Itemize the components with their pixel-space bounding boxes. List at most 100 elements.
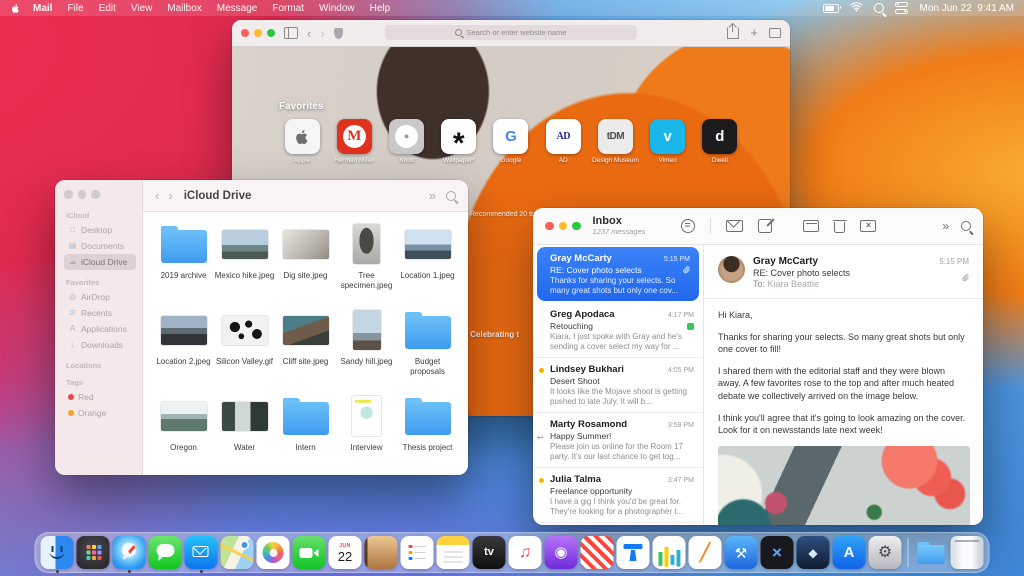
filter-icon[interactable] — [681, 219, 695, 233]
archive-icon[interactable] — [803, 220, 819, 232]
favorite-wallpaper[interactable]: *Wallpaper* — [434, 119, 484, 164]
dock-app-news[interactable] — [581, 536, 614, 569]
menu-format[interactable]: Format — [272, 3, 304, 14]
share-icon[interactable] — [727, 27, 739, 39]
menu-edit[interactable]: Edit — [99, 3, 116, 14]
junk-icon[interactable] — [860, 220, 876, 232]
message-row-julia-talma[interactable]: Julia Talma3:47 PMFreelance opportunityI… — [533, 468, 703, 523]
menu-help[interactable]: Help — [370, 3, 391, 14]
file-sandy-hill-jpeg[interactable]: Sandy hill.jpeg — [336, 306, 397, 392]
sidebar-item-applications[interactable]: AApplications — [64, 321, 136, 337]
more-toolbar-items-icon[interactable] — [429, 188, 436, 203]
favorite-dwell[interactable]: dDwell — [695, 119, 745, 164]
menu-mail[interactable]: Mail — [33, 3, 52, 14]
dock-app-mail[interactable] — [185, 536, 218, 569]
favorite-design-museum[interactable]: tDMDesign Museum — [590, 119, 640, 164]
dock-app-pages[interactable]: ╱ — [689, 536, 722, 569]
message-row-gray-mccarty[interactable]: Gray McCarty5:15 PMRE: Cover photo selec… — [537, 247, 699, 301]
dock-app-calendar[interactable]: JUN22 — [329, 536, 362, 569]
tabs-overview-icon[interactable] — [769, 28, 781, 38]
dock-app-contacts[interactable] — [365, 536, 398, 569]
dock-app-photos[interactable] — [257, 536, 290, 569]
get-mail-icon[interactable] — [726, 220, 743, 233]
file-2019-archive[interactable]: 2019 archive — [153, 220, 214, 306]
sidebar-item-recents[interactable]: ⊙Recents — [64, 305, 136, 321]
dock-app-safari[interactable] — [113, 536, 146, 569]
sidebar-item-red[interactable]: Red — [64, 389, 136, 405]
address-bar[interactable]: Search or enter website name — [385, 25, 637, 40]
sidebar-item-airdrop[interactable]: ◎AirDrop — [64, 289, 136, 305]
menu-mailbox[interactable]: Mailbox — [167, 3, 201, 14]
favorite-apple[interactable]: Apple — [277, 119, 327, 164]
file-tree-specimen-jpeg[interactable]: Tree specimen.jpeg — [336, 220, 397, 306]
more-toolbar-items-icon[interactable] — [942, 219, 949, 233]
dock-app-finder[interactable] — [41, 536, 74, 569]
dock-app-pro-app-blue[interactable]: ◆ — [797, 536, 830, 569]
forward-icon[interactable] — [168, 188, 172, 203]
back-icon[interactable] — [307, 27, 311, 40]
dock-app-music[interactable]: ♫ — [509, 536, 542, 569]
file-mexico-hike-jpeg[interactable]: Mexico hike.jpeg — [214, 220, 275, 306]
dock-app-app-store[interactable]: A — [833, 536, 866, 569]
apple-menu-icon[interactable] — [10, 3, 21, 14]
favorite-herman-miller[interactable]: MHerman Miller — [329, 119, 379, 164]
favorite-vimeo[interactable]: vVimeo — [643, 119, 693, 164]
dock-app-trash[interactable] — [951, 536, 984, 569]
file-location-1-jpeg[interactable]: Location 1.jpeg — [397, 220, 458, 306]
privacy-shield-icon[interactable] — [334, 28, 343, 39]
forward-icon[interactable] — [320, 27, 324, 40]
dock-app-maps[interactable] — [221, 536, 254, 569]
sidebar-item-downloads[interactable]: ↓Downloads — [64, 337, 136, 353]
dock-app-downloads[interactable] — [915, 536, 948, 569]
file-interview[interactable]: Interview — [336, 392, 397, 475]
safari-window-controls[interactable] — [241, 29, 275, 37]
message-row-marty-rosamond[interactable]: Marty Rosamond3:59 PMHappy Summer!Please… — [533, 413, 703, 468]
file-budget-proposals[interactable]: Budget proposals — [397, 306, 458, 392]
dock-app-settings[interactable]: ⚙ — [869, 536, 902, 569]
sidebar-item-documents[interactable]: ▤Documents — [64, 238, 136, 254]
dock-app-reminders[interactable] — [401, 536, 434, 569]
back-icon[interactable] — [155, 188, 159, 203]
favorite-knoll[interactable]: ●Knoll — [381, 119, 431, 164]
file-cliff-site-jpeg[interactable]: Cliff site.jpeg — [275, 306, 336, 392]
search-icon[interactable] — [961, 221, 971, 231]
dock-app-xcode[interactable]: ⚒ — [725, 536, 758, 569]
dock-app-tv[interactable]: tv — [473, 536, 506, 569]
file-location-2-jpeg[interactable]: Location 2.jpeg — [153, 306, 214, 392]
favorite-google[interactable]: GGoogle — [486, 119, 536, 164]
sidebar-item-orange[interactable]: Orange — [64, 405, 136, 421]
mail-window-controls[interactable] — [545, 222, 581, 231]
sidebar-item-desktop[interactable]: □Desktop — [64, 222, 136, 238]
menu-file[interactable]: File — [67, 3, 83, 14]
control-center-icon[interactable] — [895, 2, 908, 15]
attached-image[interactable] — [718, 446, 970, 525]
dock-app-facetime[interactable] — [293, 536, 326, 569]
compose-icon[interactable] — [758, 219, 772, 233]
sidebar-item-icloud-drive[interactable]: ☁iCloud Drive — [64, 254, 136, 270]
search-icon[interactable] — [446, 191, 456, 201]
battery-icon[interactable] — [823, 4, 839, 13]
dock-app-notes[interactable] — [437, 536, 470, 569]
menu-window[interactable]: Window — [319, 3, 355, 14]
menu-clock[interactable]: Mon Jun 22 9:41 AM — [919, 3, 1014, 14]
dock-app-launchpad[interactable] — [77, 536, 110, 569]
trash-icon[interactable] — [834, 222, 845, 233]
recipient-name[interactable]: Kiara Beattie — [768, 279, 820, 289]
file-silicon-valley-gif[interactable]: Silicon Valley.gif — [214, 306, 275, 392]
favorite-ad[interactable]: ADAD — [538, 119, 588, 164]
file-thesis-project[interactable]: Thesis project — [397, 392, 458, 475]
message-row-greg-apodaca[interactable]: Greg Apodaca4:17 PMRetouchingKiara, I ju… — [533, 303, 703, 358]
file-oregon[interactable]: Oregon — [153, 392, 214, 475]
menu-view[interactable]: View — [131, 3, 153, 14]
new-tab-icon[interactable] — [750, 24, 758, 42]
wifi-icon[interactable] — [850, 1, 863, 15]
spotlight-search-icon[interactable] — [874, 3, 884, 13]
file-intern[interactable]: Intern — [275, 392, 336, 475]
finder-window-controls[interactable] — [64, 190, 142, 199]
message-row-lindsey-bukhari[interactable]: Lindsey Bukhari4:05 PMDesert ShootIt loo… — [533, 358, 703, 413]
file-water[interactable]: Water — [214, 392, 275, 475]
dock-app-keynote[interactable] — [617, 536, 650, 569]
file-dig-site-jpeg[interactable]: Dig site.jpeg — [275, 220, 336, 306]
sidebar-toggle-icon[interactable] — [284, 27, 298, 39]
dock-app-messages[interactable] — [149, 536, 182, 569]
